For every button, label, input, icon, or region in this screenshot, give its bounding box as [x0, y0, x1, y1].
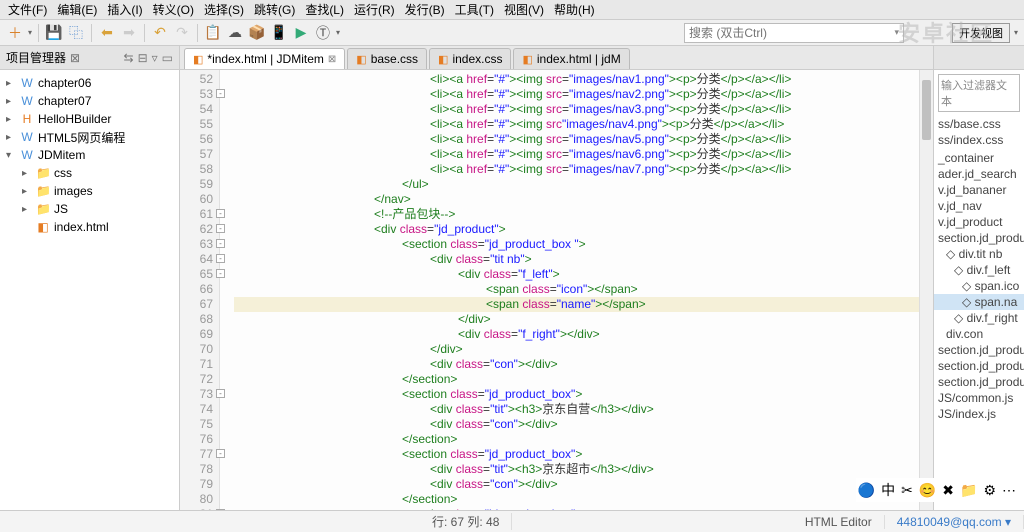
back-icon[interactable]: ⬅ — [98, 24, 116, 42]
tray-icon[interactable]: ⋯ — [1002, 482, 1016, 499]
outline-item[interactable]: _container — [934, 150, 1024, 166]
outline-item[interactable]: ss/base.css — [934, 116, 1024, 132]
menu-item[interactable]: 帮助(H) — [550, 0, 599, 20]
status-cursor: 行: 67 列: 48 — [420, 513, 512, 530]
new-icon[interactable]: ＋ — [6, 24, 24, 42]
outline-item[interactable]: ss/index.css — [934, 132, 1024, 148]
outline-item[interactable]: section.jd_product — [934, 342, 1024, 358]
editor-tab[interactable]: ◧*index.html | JDMitem⊠ — [184, 48, 345, 69]
outline-filter[interactable]: 输入过滤器文本 — [938, 74, 1020, 112]
outline-item[interactable]: div.con — [934, 326, 1024, 342]
tree-item[interactable]: ▸Wchapter06 — [0, 74, 179, 92]
tree-item[interactable]: ▸WHTML5网页编程 — [0, 128, 179, 146]
menu-icon[interactable]: ▿ — [152, 51, 158, 65]
tray-icon[interactable]: ✂ — [901, 482, 913, 499]
tray-icon[interactable]: 😊 — [919, 482, 936, 499]
project-panel: 项目管理器 ⊠ ⇆ ⊟ ▿ ▭ ▸Wchapter06▸Wchapter07▸H… — [0, 46, 180, 510]
outline-item[interactable]: section.jd_product — [934, 230, 1024, 246]
project-tree: ▸Wchapter06▸Wchapter07▸HHelloHBuilder▸WH… — [0, 70, 179, 510]
menu-item[interactable]: 运行(R) — [350, 0, 399, 20]
outline-item[interactable]: ◇ div.f_left — [934, 262, 1024, 278]
search-input[interactable] — [689, 26, 894, 40]
tray-icon[interactable]: 中 — [881, 480, 895, 500]
scrollbar-thumb[interactable] — [922, 80, 931, 140]
tree-item[interactable]: ▸📁css — [0, 164, 179, 182]
outline-item[interactable]: JS/index.js — [934, 406, 1024, 422]
toolbar: ＋▾ 💾 ⿻ ⬅ ➡ ↶ ↷ 📋 ☁ 📦 📱 ▶ Ⓣ▾ ▾ 开发视图 ▾ — [0, 20, 1024, 46]
menu-item[interactable]: 编辑(E) — [53, 0, 101, 20]
outline-item[interactable]: ◇ span.ico — [934, 278, 1024, 294]
editor-area: ◧*index.html | JDMitem⊠◧base.css◧index.c… — [180, 46, 934, 510]
redo-icon[interactable]: ↷ — [173, 24, 191, 42]
outline-item[interactable]: v.jd_bananer — [934, 182, 1024, 198]
forward-icon[interactable]: ➡ — [120, 24, 138, 42]
editor-tab[interactable]: ◧index.html | jdM — [513, 48, 629, 69]
menu-item[interactable]: 工具(T) — [451, 0, 498, 20]
outline-item[interactable]: v.jd_nav — [934, 198, 1024, 214]
tree-item[interactable]: ◧index.html — [0, 218, 179, 236]
undo-icon[interactable]: ↶ — [151, 24, 169, 42]
project-panel-header: 项目管理器 ⊠ ⇆ ⊟ ▿ ▭ — [0, 46, 179, 70]
code-editor[interactable]: 5253-5455565758596061-62-63-64-65-666768… — [180, 70, 933, 510]
outline-item[interactable]: ◇ div.tit nb — [934, 246, 1024, 262]
line-gutter: 5253-5455565758596061-62-63-64-65-666768… — [180, 70, 220, 510]
outline-item[interactable]: JS/common.js — [934, 390, 1024, 406]
text-icon[interactable]: Ⓣ — [314, 24, 332, 42]
tray-icon[interactable]: ⚙ — [983, 482, 996, 499]
run-icon[interactable]: ▶ — [292, 24, 310, 42]
paste-icon[interactable]: 📋 — [204, 24, 222, 42]
project-panel-title: 项目管理器 — [6, 49, 66, 66]
close-icon[interactable]: ⊠ — [328, 54, 336, 65]
code-content[interactable]: <li><a href="#"><img src="images/nav1.pn… — [220, 70, 933, 510]
bottom-icon-bar: 🔵 中 ✂ 😊 ✖ 📁 ⚙ ⋯ — [856, 478, 1018, 502]
tree-item[interactable]: ▸HHelloHBuilder — [0, 110, 179, 128]
outline-item[interactable]: ◇ div.f_right — [934, 310, 1024, 326]
menu-item[interactable]: 发行(B) — [401, 0, 449, 20]
dev-view-button[interactable]: 开发视图 — [952, 23, 1010, 43]
menu-item[interactable]: 转义(O) — [149, 0, 198, 20]
tray-icon[interactable]: ✖ — [942, 482, 954, 499]
tree-item[interactable]: ▸📁images — [0, 182, 179, 200]
box-icon[interactable]: 📦 — [248, 24, 266, 42]
outline-panel: 输入过滤器文本 ss/base.cssss/index.css _containe… — [934, 46, 1024, 510]
cloud-icon[interactable]: ☁ — [226, 24, 244, 42]
link-icon[interactable]: ⇆ — [124, 51, 134, 65]
outline-item[interactable]: section.jd_product — [934, 374, 1024, 390]
collapse-icon[interactable]: ⊟ — [138, 51, 148, 65]
editor-tab[interactable]: ◧base.css — [347, 48, 427, 69]
tree-item[interactable]: ▾WJDMitem — [0, 146, 179, 164]
menu-item[interactable]: 选择(S) — [200, 0, 248, 20]
editor-tabs: ◧*index.html | JDMitem⊠◧base.css◧index.c… — [180, 46, 933, 70]
outline-tree: ss/base.cssss/index.css _containerader.jd… — [934, 116, 1024, 510]
tree-item[interactable]: ▸📁JS — [0, 200, 179, 218]
tray-icon[interactable]: 🔵 — [858, 482, 875, 499]
menubar: 文件(F)编辑(E)插入(I)转义(O)选择(S)跳转(G)查找(L)运行(R)… — [0, 0, 1024, 20]
scrollbar-vertical[interactable] — [919, 70, 933, 510]
menu-item[interactable]: 跳转(G) — [250, 0, 299, 20]
status-bar: 行: 67 列: 48 HTML Editor 44810049@qq.com … — [0, 510, 1024, 532]
min-icon[interactable]: ▭ — [162, 51, 173, 65]
status-user[interactable]: 44810049@qq.com ▾ — [885, 515, 1024, 529]
outline-item[interactable]: section.jd_product — [934, 358, 1024, 374]
tray-icon[interactable]: 📁 — [960, 482, 977, 499]
dropdown-icon[interactable]: ▾ — [894, 27, 899, 38]
menu-item[interactable]: 文件(F) — [4, 0, 51, 20]
menu-item[interactable]: 查找(L) — [301, 0, 348, 20]
save-icon[interactable]: 💾 — [45, 24, 63, 42]
outline-item[interactable]: v.jd_product — [934, 214, 1024, 230]
outline-item[interactable]: ader.jd_search — [934, 166, 1024, 182]
save-all-icon[interactable]: ⿻ — [67, 24, 85, 42]
menu-item[interactable]: 插入(I) — [103, 0, 146, 20]
menu-item[interactable]: 视图(V) — [500, 0, 548, 20]
editor-tab[interactable]: ◧index.css — [429, 48, 511, 69]
outline-item[interactable]: ◇ span.na — [934, 294, 1024, 310]
sync-icon[interactable]: ⊠ — [70, 51, 80, 65]
status-editor: HTML Editor — [793, 515, 885, 529]
tree-item[interactable]: ▸Wchapter07 — [0, 92, 179, 110]
phone-icon[interactable]: 📱 — [270, 24, 288, 42]
outline-header — [934, 46, 1024, 70]
search-box[interactable]: ▾ — [684, 23, 904, 43]
